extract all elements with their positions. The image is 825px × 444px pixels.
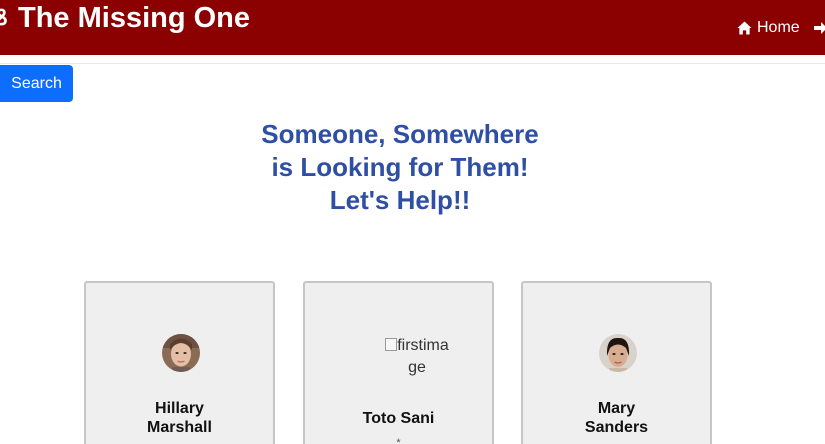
hero-line-1: Someone, Somewhere [261, 119, 539, 149]
nav-home-label: Home [757, 19, 800, 36]
missing-person-card[interactable]: firstimage Toto Sani * [303, 281, 494, 444]
image-alt-text: firstimage [397, 337, 449, 376]
subbar-divider [0, 63, 825, 64]
card-name-last: Marshall [147, 419, 212, 436]
hero-line-2: is Looking for Them! [271, 152, 529, 182]
missing-person-card[interactable]: Mary Sanders [521, 281, 712, 444]
avatar [599, 334, 637, 372]
avatar-photo [599, 334, 637, 372]
card-name-first: Hillary [155, 400, 204, 417]
nav-home-link[interactable]: Home [737, 19, 800, 37]
card-name: Mary Sanders [523, 399, 710, 437]
avatar-photo [162, 334, 200, 372]
hero-heading: Someone, Somewhere is Looking for Them! … [200, 118, 600, 217]
card-name: Toto Sani [362, 410, 435, 427]
card-subtext: * [396, 437, 401, 444]
brand-title[interactable]: The Missing One [18, 1, 250, 35]
home-icon [737, 21, 752, 35]
brand-logo-icon: ꝸ [0, 5, 8, 30]
card-name-first: Mary [597, 400, 636, 417]
page: ꝸ The Missing One Home Search Someone, S… [0, 0, 825, 444]
broken-image: firstimage [381, 335, 453, 379]
search-button[interactable]: Search [0, 65, 73, 102]
nav-login-link[interactable] [814, 21, 825, 40]
broken-image-icon [385, 338, 398, 351]
hero-line-3: Let's Help!! [329, 185, 471, 215]
card-name-last: Sanders [584, 419, 649, 436]
avatar [162, 334, 200, 372]
card-name: Hillary Marshall [86, 399, 273, 437]
missing-person-card[interactable]: Hillary Marshall [84, 281, 275, 444]
navbar: ꝸ The Missing One Home [0, 0, 825, 55]
sign-in-arrow-icon [814, 22, 825, 34]
